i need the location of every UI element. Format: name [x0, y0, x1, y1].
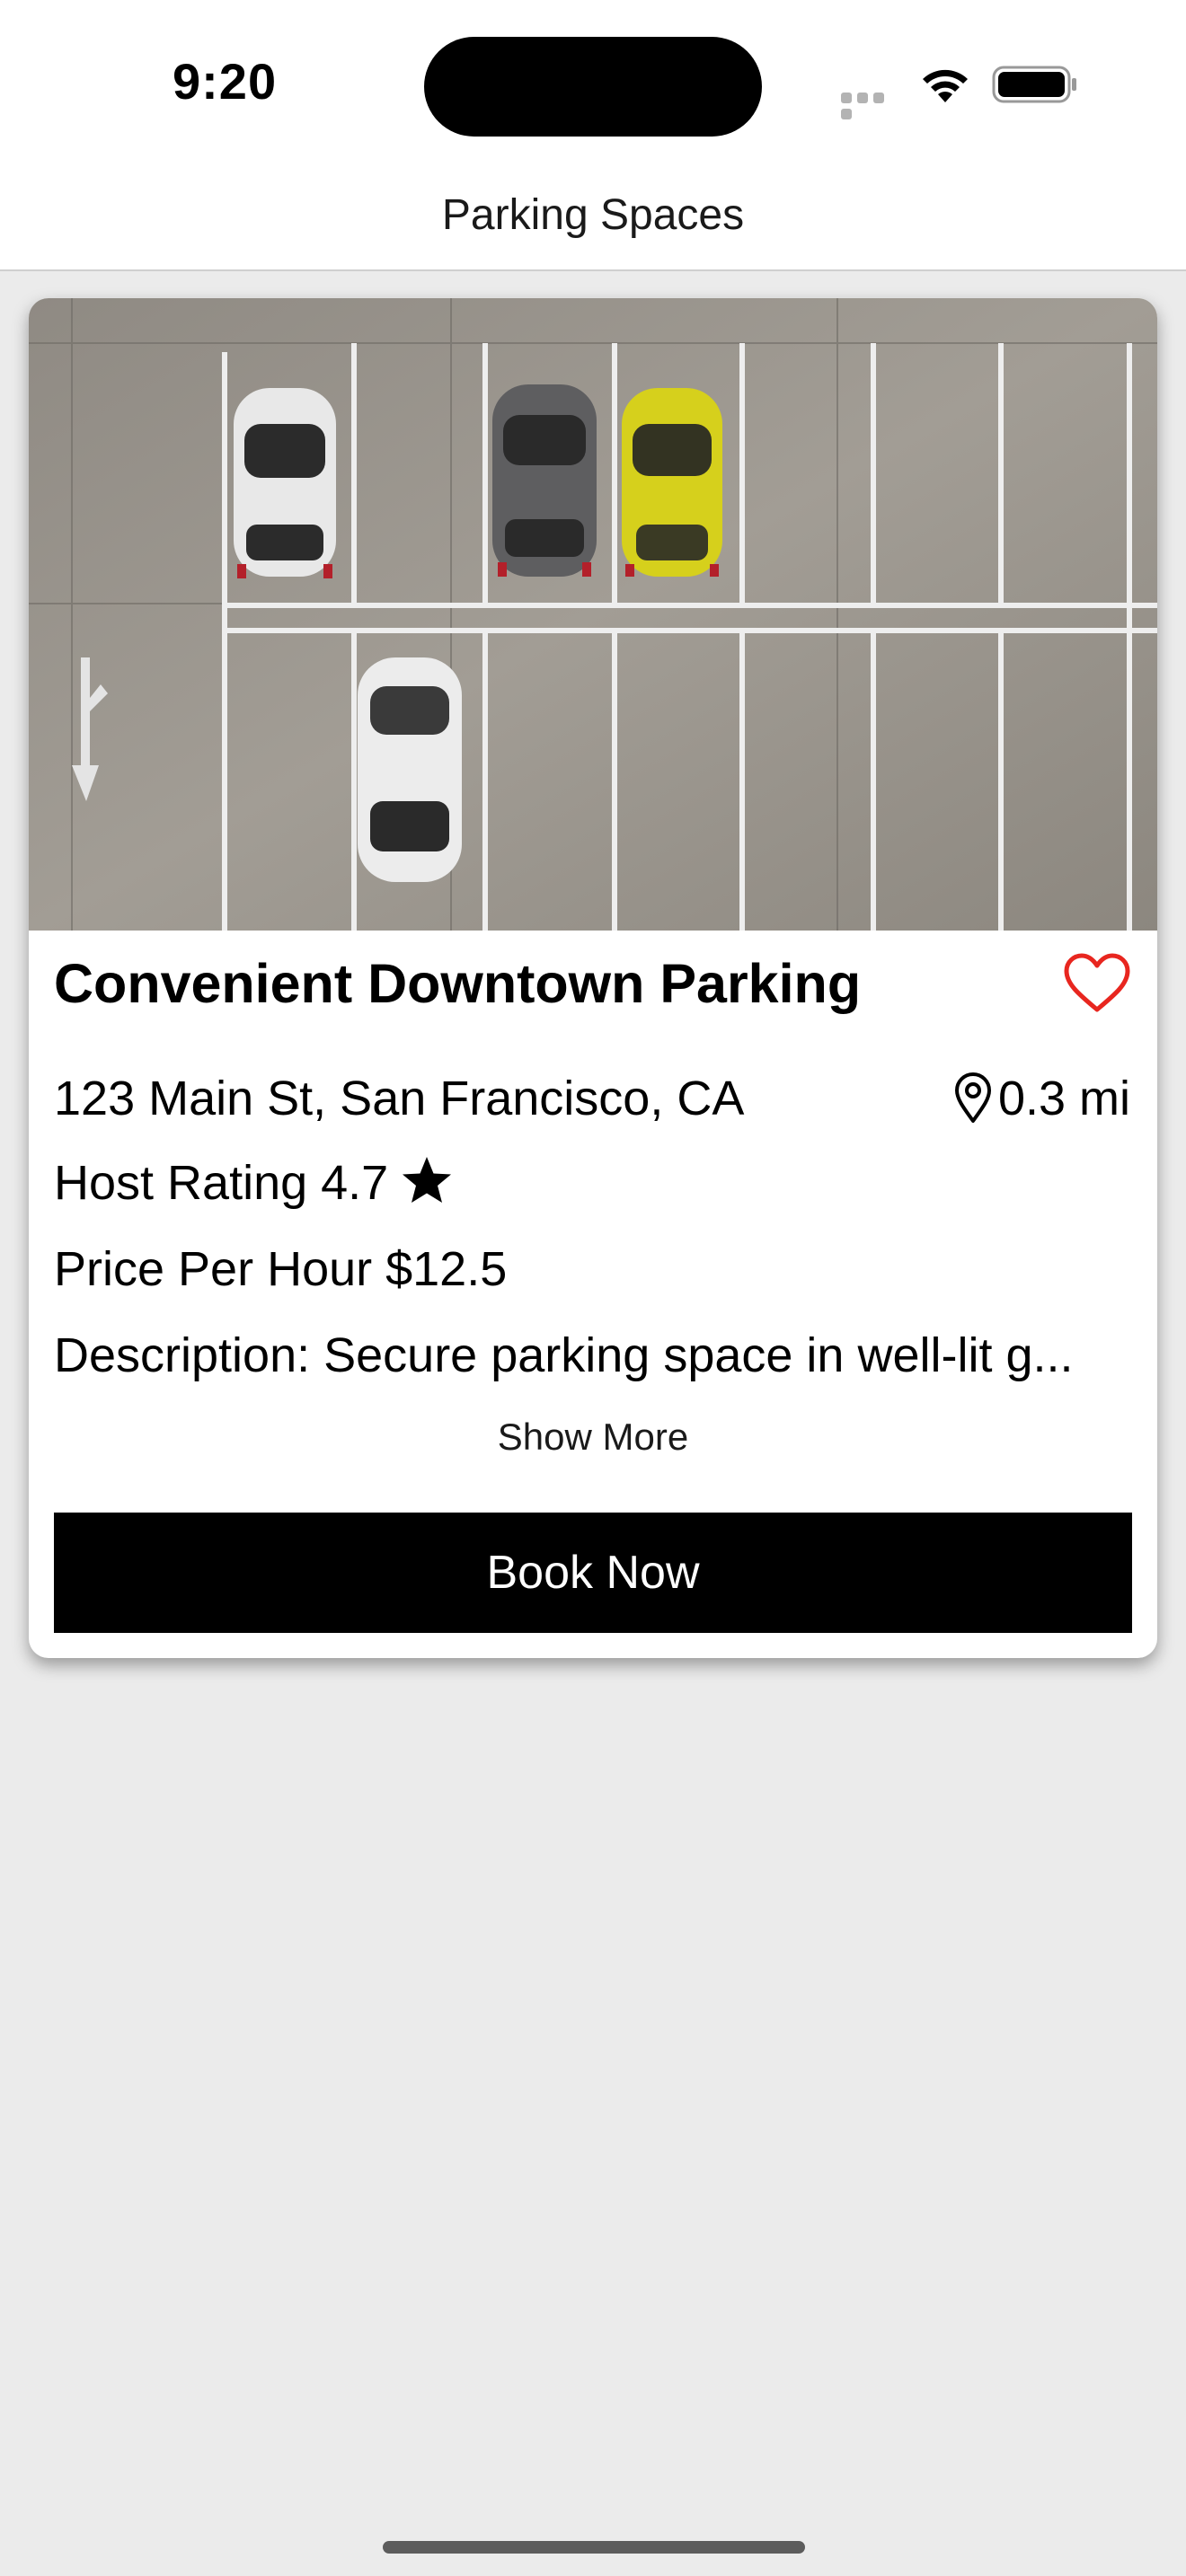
show-more-button[interactable]: Show More — [29, 1416, 1157, 1459]
star-icon — [403, 1157, 452, 1203]
battery-icon — [992, 66, 1076, 103]
host-rating-text: Host Rating 4.7 — [54, 1156, 389, 1210]
price-per-hour: Price Per Hour $12.5 — [54, 1242, 508, 1296]
listing-description: Description: Secure parking space in wel… — [54, 1328, 1074, 1382]
distance-value: 0.3 mi — [997, 1072, 1130, 1125]
status-time: 9:20 — [173, 53, 278, 110]
listing-distance: 0.3 mi — [953, 1071, 1130, 1126]
status-bar: 9:20 — [0, 0, 1186, 171]
listing-address: 123 Main St, San Francisco, CA — [54, 1072, 745, 1125]
home-indicator — [383, 2541, 805, 2554]
wifi-icon — [923, 69, 968, 102]
dynamic-island — [424, 37, 762, 137]
navigation-bar: Parking Spaces — [0, 171, 1186, 271]
page-title: Parking Spaces — [441, 191, 745, 239]
cellular-signal-icon — [841, 92, 902, 119]
book-now-button[interactable]: Book Now — [54, 1513, 1132, 1633]
listing-title: Convenient Downtown Parking — [54, 953, 862, 1014]
host-rating: Host Rating 4.7 — [54, 1155, 453, 1211]
parking-listing-card[interactable]: Convenient Downtown Parking 123 Main St,… — [29, 298, 1157, 1658]
location-pin-icon — [954, 1072, 991, 1123]
parking-lot-photo — [29, 298, 1157, 931]
heart-icon[interactable] — [1062, 952, 1132, 1015]
